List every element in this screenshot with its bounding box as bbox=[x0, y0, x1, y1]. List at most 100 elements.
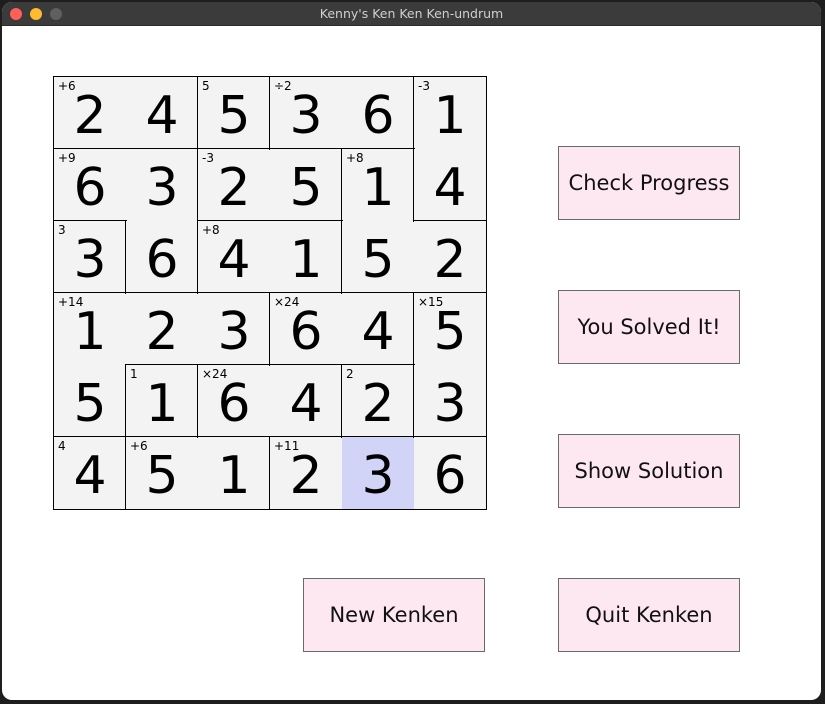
grid-cell[interactable]: 4 bbox=[126, 77, 198, 149]
cage-border bbox=[125, 220, 126, 294]
show-solution-button[interactable]: Show Solution bbox=[558, 434, 740, 508]
cage-clue: 5 bbox=[202, 79, 210, 93]
cage-border bbox=[413, 292, 487, 293]
cell-value: 3 bbox=[361, 446, 395, 506]
grid-cell[interactable]: 5 bbox=[54, 365, 126, 437]
cage-clue: +8 bbox=[202, 223, 220, 237]
cage-border bbox=[53, 148, 127, 149]
cage-border bbox=[269, 292, 343, 293]
cage-border bbox=[125, 436, 199, 437]
cell-value: 4 bbox=[433, 158, 467, 218]
grid-cell[interactable]: 6 bbox=[126, 221, 198, 293]
cage-border bbox=[53, 436, 127, 437]
cage-border bbox=[413, 220, 487, 221]
grid-cell[interactable]: 4 bbox=[414, 149, 486, 221]
grid-cell[interactable]: 1 +14 bbox=[54, 293, 126, 365]
cell-value: 5 bbox=[361, 230, 395, 290]
cell-value: 3 bbox=[145, 158, 179, 218]
grid-cell[interactable]: 6 ×24 bbox=[270, 293, 342, 365]
grid-cell[interactable]: 33 bbox=[54, 221, 126, 293]
grid-cell[interactable]: 5 +6 bbox=[126, 437, 198, 509]
grid-cell[interactable]: 6 bbox=[414, 437, 486, 509]
cage-border bbox=[269, 76, 270, 150]
cell-value: 5 bbox=[289, 158, 323, 218]
cage-clue: +6 bbox=[130, 439, 148, 453]
cage-border bbox=[197, 148, 271, 149]
cell-value: 4 bbox=[361, 302, 395, 362]
cage-border bbox=[486, 76, 487, 510]
grid-cell[interactable]: 2 bbox=[126, 293, 198, 365]
grid-cell[interactable]: 4 bbox=[270, 365, 342, 437]
cage-clue: ×24 bbox=[202, 367, 228, 381]
grid-cell[interactable]: 44 bbox=[54, 437, 126, 509]
grid-cell[interactable]: 11 bbox=[126, 365, 198, 437]
cell-value: 5 bbox=[73, 374, 107, 434]
grid-cell[interactable]: 5 ×15 bbox=[414, 293, 486, 365]
window-title: Kenny's Ken Ken Ken-undrum bbox=[319, 6, 504, 21]
grid-cell[interactable]: 6 ×24 bbox=[198, 365, 270, 437]
grid-cell[interactable]: 2 +6 bbox=[54, 77, 126, 149]
grid-cell[interactable]: 1 -3 bbox=[414, 77, 486, 149]
grid-cell[interactable]: 22 bbox=[342, 365, 414, 437]
grid-cell[interactable]: 5 bbox=[270, 149, 342, 221]
grid-cell[interactable]: 3 ÷2 bbox=[270, 77, 342, 149]
cage-border bbox=[125, 292, 199, 293]
cage-clue: +9 bbox=[58, 151, 76, 165]
grid-cell[interactable]: 6 bbox=[342, 77, 414, 149]
app-window: Kenny's Ken Ken Ken-undrum 2 +6 4 5 5 3 ÷2 6 1 -3… bbox=[2, 2, 821, 700]
cage-border bbox=[269, 220, 343, 221]
grid-cell[interactable]: 3 bbox=[126, 149, 198, 221]
grid-cell[interactable]: 2 -3 bbox=[198, 149, 270, 221]
cage-clue: 3 bbox=[58, 223, 66, 237]
cage-border bbox=[341, 148, 342, 222]
cage-clue: +11 bbox=[274, 439, 300, 453]
cage-border bbox=[413, 292, 414, 366]
cage-clue: ×15 bbox=[418, 295, 444, 309]
cage-clue: 2 bbox=[346, 367, 354, 381]
cage-border bbox=[53, 76, 487, 77]
cell-value: 6 bbox=[433, 446, 467, 506]
cage-border bbox=[269, 436, 343, 437]
cage-border bbox=[413, 364, 414, 438]
quit-kenken-button[interactable]: Quit Kenken bbox=[558, 578, 740, 652]
grid-cell[interactable]: 3 bbox=[414, 365, 486, 437]
grid-cell[interactable]: 5 bbox=[342, 221, 414, 293]
grid-cell[interactable]: 1 bbox=[198, 437, 270, 509]
title-bar: Kenny's Ken Ken Ken-undrum bbox=[2, 2, 821, 26]
cage-clue: +8 bbox=[346, 151, 364, 165]
cage-border bbox=[197, 436, 271, 437]
cage-border bbox=[125, 436, 126, 510]
cage-border bbox=[341, 364, 415, 365]
cage-border bbox=[53, 76, 54, 510]
grid-cell[interactable]: 4 +8 bbox=[198, 221, 270, 293]
cell-value: 4 bbox=[289, 374, 323, 434]
cell-value: 3 bbox=[433, 374, 467, 434]
cage-border bbox=[341, 148, 415, 149]
grid-cell[interactable]: 1 +8 bbox=[342, 149, 414, 221]
grid-cell[interactable]: 3 bbox=[198, 293, 270, 365]
grid-cell[interactable]: 3 bbox=[342, 437, 414, 509]
cage-border bbox=[341, 436, 415, 437]
grid-cell[interactable]: 2 +11 bbox=[270, 437, 342, 509]
cell-value: 1 bbox=[217, 446, 251, 506]
grid-cell[interactable]: 55 bbox=[198, 77, 270, 149]
grid-cell[interactable]: 1 bbox=[270, 221, 342, 293]
grid-cell[interactable]: 2 bbox=[414, 221, 486, 293]
kenken-board: 2 +6 4 5 5 3 ÷2 6 1 -3 6 +9 3 2 -3 5 1 +8 4 3 3 6 4 +8 1 5 2 1 +14 2 3… bbox=[53, 76, 487, 510]
check-progress-button[interactable]: Check Progress bbox=[558, 146, 740, 220]
cell-value: 3 bbox=[217, 302, 251, 362]
cage-border bbox=[197, 292, 271, 293]
cage-border bbox=[341, 292, 415, 293]
new-kenken-button[interactable]: New Kenken bbox=[303, 578, 485, 652]
grid-cell[interactable]: 6 +9 bbox=[54, 149, 126, 221]
cage-border bbox=[413, 436, 487, 437]
cage-border bbox=[53, 292, 127, 293]
grid-cell[interactable]: 4 bbox=[342, 293, 414, 365]
cage-clue: ÷2 bbox=[274, 79, 292, 93]
cage-border bbox=[125, 148, 199, 149]
cage-border bbox=[413, 76, 414, 150]
cage-border bbox=[53, 509, 487, 510]
cage-border bbox=[269, 364, 343, 365]
you-solved-it-button[interactable]: You Solved It! bbox=[558, 290, 740, 364]
cage-border bbox=[341, 364, 342, 438]
